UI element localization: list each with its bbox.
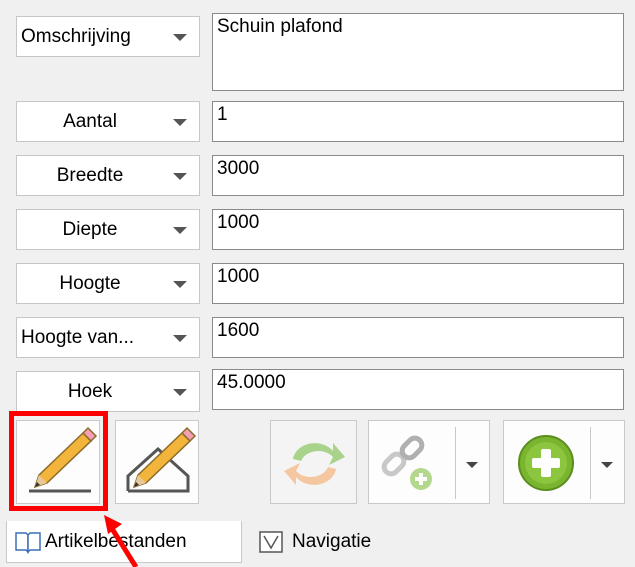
refresh-icon [284,443,345,485]
chevron-down-icon [173,335,187,342]
dropdown-label: Diepte [62,218,118,240]
highlight-box [9,411,108,511]
dropdown-hoogte[interactable]: Hoogte [16,263,200,304]
dropdown-label: Aantal [63,110,117,132]
link-add-split-button[interactable] [368,420,490,504]
dropdown-breedte[interactable]: Breedte [16,155,200,196]
navigation-icon [259,531,283,553]
dropdown-diepte[interactable]: Diepte [16,209,200,250]
split-separator [455,427,456,499]
chevron-down-icon[interactable] [466,462,478,468]
dropdown-label: Hoek [67,380,113,402]
chevron-down-icon [173,389,187,396]
omschrijving-input[interactable]: Schuin plafond [212,13,624,91]
panel-tabs: Artikelbestanden Navigatie [0,521,635,567]
dropdown-aantal[interactable]: Aantal [16,101,200,142]
add-split-button[interactable] [503,420,625,504]
tab-navigatie[interactable]: Navigatie [252,521,412,563]
dropdown-omschrijving[interactable]: Omschrijving [16,16,200,57]
dropdown-hoogte-van[interactable]: Hoogte van... [16,317,200,358]
diepte-input[interactable]: 1000 [212,209,624,250]
breedte-input[interactable]: 3000 [212,155,624,196]
dropdown-label: Hoogte [59,272,121,294]
pencil-roof-icon [126,426,197,493]
dropdown-label: Breedte [56,164,124,186]
hoogte-van-input[interactable]: 1600 [212,317,624,358]
chevron-down-icon [173,173,187,180]
dropdown-label: Hoogte van... [21,326,135,348]
aantal-input[interactable]: 1 [212,101,624,142]
hoogte-input[interactable]: 1000 [212,263,624,304]
draw-roof-button[interactable] [115,420,199,504]
book-icon [15,531,41,554]
chevron-down-icon [173,119,187,126]
add-icon [518,435,574,491]
tab-label: Artikelbestanden [45,530,187,552]
hoek-input[interactable]: 45.0000 [212,369,624,410]
link-add-icon [381,435,432,490]
tab-artikelbestanden[interactable]: Artikelbestanden [6,521,242,563]
dropdown-hoek[interactable]: Hoek [16,371,200,412]
refresh-button[interactable] [270,420,357,504]
chevron-down-icon [173,34,187,41]
chevron-down-icon[interactable] [601,462,613,468]
dropdown-label: Omschrijving [21,25,131,47]
chevron-down-icon [173,281,187,288]
chevron-down-icon [173,227,187,234]
tab-label: Navigatie [292,531,372,552]
split-separator [590,427,591,499]
